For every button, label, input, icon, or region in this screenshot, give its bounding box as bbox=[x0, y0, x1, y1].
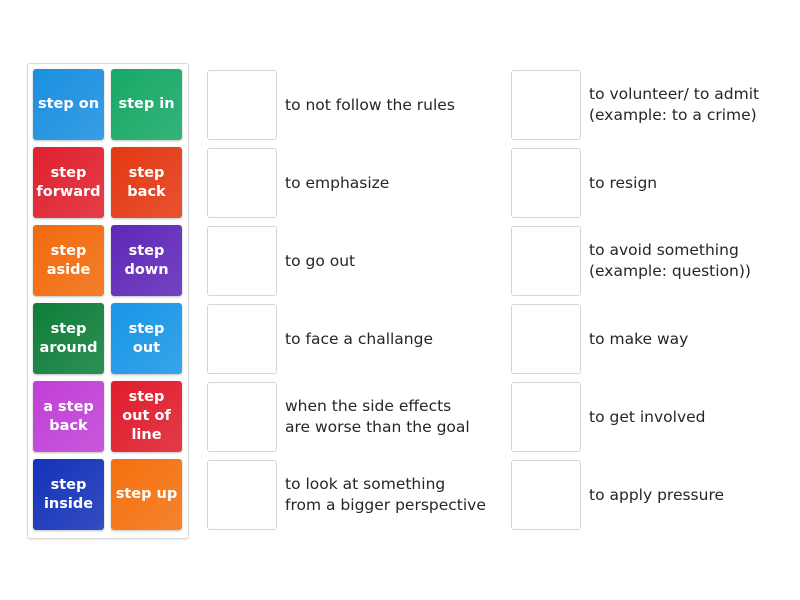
answer-tile[interactable]: step on bbox=[33, 69, 104, 140]
answer-tile[interactable]: a step back bbox=[33, 381, 104, 452]
drop-slot[interactable] bbox=[511, 148, 581, 218]
answer-tile[interactable]: step back bbox=[111, 147, 182, 218]
drop-slot[interactable] bbox=[511, 304, 581, 374]
definition-text: to volunteer/ to admit (example: to a cr… bbox=[589, 85, 760, 124]
definition-text: to not follow the rules bbox=[285, 95, 455, 114]
drop-slot[interactable] bbox=[207, 304, 277, 374]
definition-text: when the side effects are worse than the… bbox=[285, 397, 470, 436]
definition-text: to emphasize bbox=[285, 173, 390, 192]
drop-slot[interactable] bbox=[207, 382, 277, 452]
answer-tile[interactable]: step inside bbox=[33, 459, 104, 530]
drop-slot[interactable] bbox=[207, 148, 277, 218]
definition-text: to resign bbox=[589, 173, 658, 192]
definition-text: to apply pressure bbox=[589, 485, 725, 504]
drop-slot[interactable] bbox=[511, 460, 581, 530]
drop-slot[interactable] bbox=[511, 70, 581, 140]
answer-tile[interactable]: step aside bbox=[33, 225, 104, 296]
definition-text: to face a challange bbox=[285, 329, 434, 348]
drop-slot[interactable] bbox=[207, 226, 277, 296]
answer-tile[interactable]: step out of line bbox=[111, 381, 182, 452]
answer-tile[interactable]: step down bbox=[111, 225, 182, 296]
answer-tile[interactable]: step out bbox=[111, 303, 182, 374]
drop-slot[interactable] bbox=[207, 70, 277, 140]
answer-tile[interactable]: step around bbox=[33, 303, 104, 374]
answer-tile[interactable]: step up bbox=[111, 459, 182, 530]
drop-slot[interactable] bbox=[511, 226, 581, 296]
drop-slot[interactable] bbox=[207, 460, 277, 530]
drop-slot[interactable] bbox=[511, 382, 581, 452]
definition-text: to look at something from a bigger persp… bbox=[285, 475, 486, 514]
answer-tile[interactable]: step forward bbox=[33, 147, 104, 218]
definition-text: to go out bbox=[285, 251, 356, 270]
definition-text: to avoid something (example: question)) bbox=[589, 241, 751, 280]
definition-text: to make way bbox=[589, 329, 689, 348]
definition-text: to get involved bbox=[589, 407, 706, 426]
answer-tile[interactable]: step in bbox=[111, 69, 182, 140]
